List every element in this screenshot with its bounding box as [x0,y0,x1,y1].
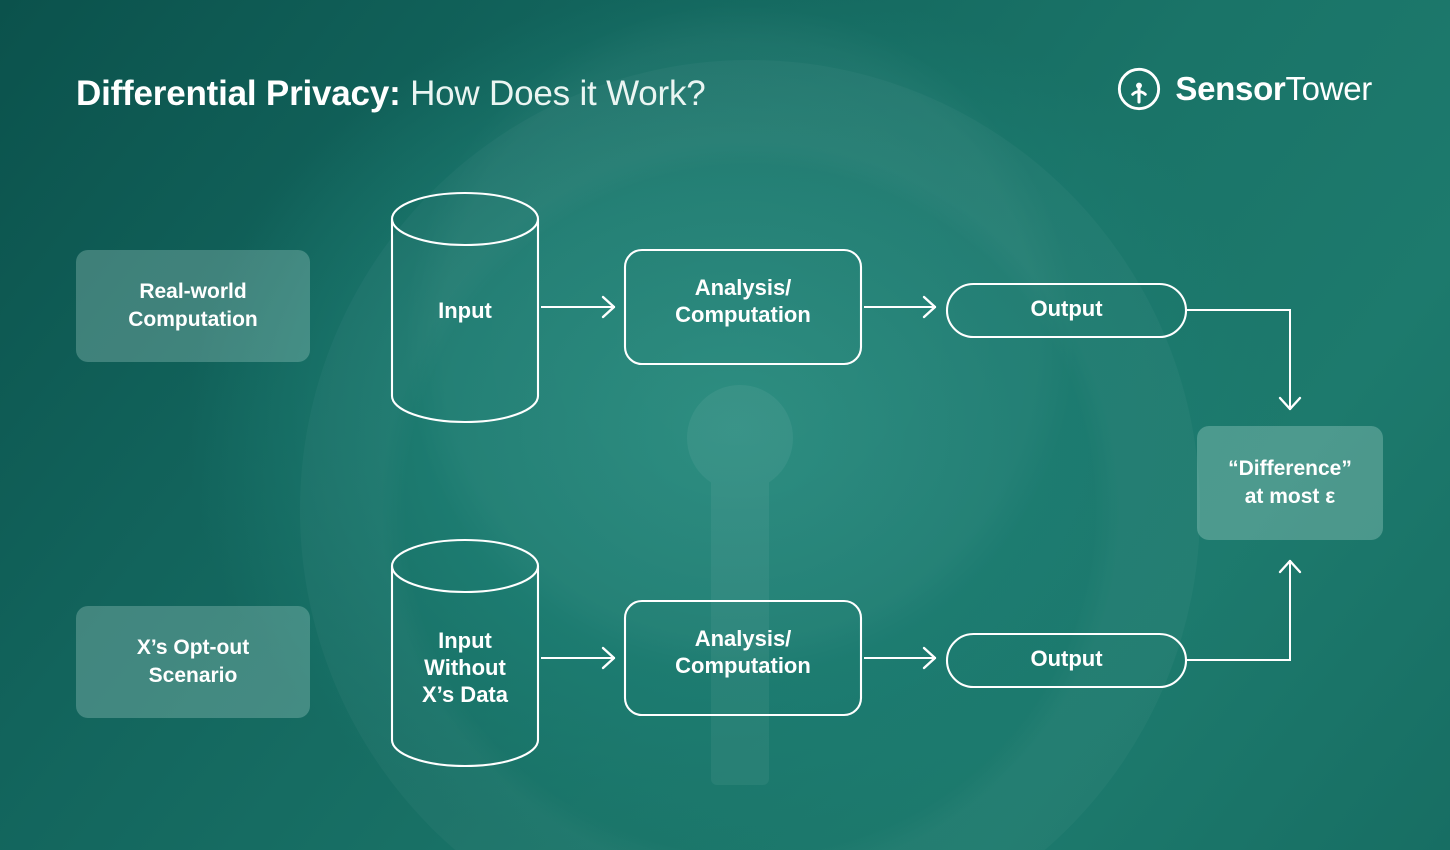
flow-diagram [390,191,1302,768]
row-label-real-world-text: Real-world Computation [128,278,257,333]
cylinder-input-bottom [390,538,540,768]
connector-input-to-analysis-bottom [541,646,616,670]
difference-result-text: “Difference” at most ε [1228,455,1352,510]
difference-result-line2: at most ε [1244,485,1336,508]
row-label-real-world-line2: Computation [128,308,258,331]
row-label-opt-out: X’s Opt-out Scenario [76,606,310,718]
difference-result-line1: “Difference” [1228,457,1352,481]
process-box-top [623,248,863,366]
row-label-real-world-line1: Real-world [139,280,247,304]
connector-analysis-to-output-top [864,295,937,319]
row-label-opt-out-line1: X’s Opt-out [136,636,250,660]
connector-output-to-difference-top [1186,309,1302,411]
output-pill-bottom [945,632,1188,689]
connector-input-to-analysis-top [541,295,616,319]
cylinder-input-top [390,191,540,424]
connector-output-to-difference-bottom [1186,559,1302,661]
row-label-real-world: Real-world Computation [76,250,310,362]
connector-analysis-to-output-bottom [864,646,937,670]
infographic-canvas: Differential Privacy: How Does it Work? … [0,0,1450,850]
row-label-opt-out-text: X’s Opt-out Scenario [137,634,249,689]
row-label-opt-out-line2: Scenario [148,664,238,687]
output-pill-top [945,282,1188,339]
process-box-bottom [623,599,863,717]
difference-result-box: “Difference” at most ε [1197,426,1383,540]
